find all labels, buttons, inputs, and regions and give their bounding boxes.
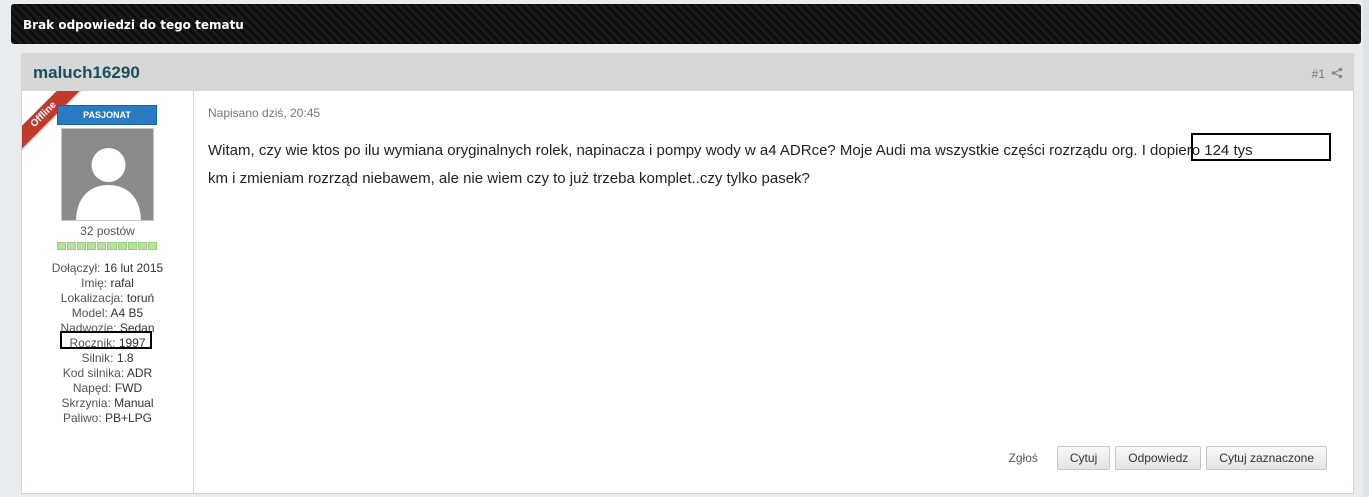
avatar[interactable] <box>61 128 154 221</box>
quote-selected-button[interactable]: Cytuj zaznaczone <box>1206 446 1327 470</box>
post-body-line-1: Witam, czy wie ktos po ilu wymiana orygi… <box>208 142 1253 159</box>
author-sidebar: Offline PASJONAT 32 postów Dołączył: 16 … <box>22 91 194 493</box>
profile-field-label: Imię: <box>81 276 108 290</box>
profile-field-value: PB+LPG <box>101 411 153 425</box>
reputation-segment <box>137 242 147 250</box>
reputation-segment <box>87 242 97 250</box>
topic-status-text: Brak odpowiedzi do tego tematu <box>23 18 244 32</box>
reputation-segment <box>67 242 77 250</box>
profile-field-value: 1.8 <box>113 351 134 365</box>
profile-field: Silnik: 1.8 <box>22 351 193 366</box>
reputation-segment <box>127 242 137 250</box>
report-link[interactable]: Zgłoś <box>1009 451 1038 465</box>
share-icon[interactable] <box>1331 67 1343 79</box>
profile-field-value: ADR <box>124 366 153 380</box>
reputation-segment <box>107 242 117 250</box>
profile-field: Kod silnika: ADR <box>22 366 193 381</box>
rank-badge: PASJONAT <box>57 105 157 125</box>
profile-field-label: Silnik: <box>81 351 114 365</box>
profile-field-label: Model: <box>71 306 108 320</box>
reputation-segment <box>77 242 87 250</box>
profile-field-label: Lokalizacja: <box>60 291 124 305</box>
profile-field-value: 16 lut 2015 <box>100 261 164 275</box>
profile-field: Napęd: FWD <box>22 381 193 396</box>
profile-field-label: Dołączył: <box>51 261 101 275</box>
highlight-box-year <box>60 331 152 349</box>
profile-field-label: Napęd: <box>72 381 112 395</box>
quote-button[interactable]: Cytuj <box>1056 446 1111 470</box>
reputation-bar <box>57 242 157 250</box>
post-count: 32 postów <box>80 224 135 238</box>
profile-field: Paliwo: PB+LPG <box>22 411 193 426</box>
profile-field-value: A4 B5 <box>107 306 144 320</box>
post-body: Witam, czy wie ktos po ilu wymiana orygi… <box>208 137 1333 193</box>
topic-status-bar: Brak odpowiedzi do tego tematu <box>11 4 1361 44</box>
post-header: maluch16290 #1 <box>22 54 1353 91</box>
reputation-segment <box>117 242 127 250</box>
profile-field-value: Manual <box>110 396 154 410</box>
reputation-segment <box>97 242 107 250</box>
reply-button[interactable]: Odpowiedz <box>1115 446 1202 470</box>
author-name-link[interactable]: maluch16290 <box>33 63 140 83</box>
profile-field: Imię: rafal <box>22 276 193 291</box>
profile-field-label: Skrzynia: <box>61 396 111 410</box>
profile-field: Skrzynia: Manual <box>22 396 193 411</box>
profile-field: Model: A4 B5 <box>22 306 193 321</box>
reputation-segment <box>147 242 157 250</box>
reputation-segment <box>57 242 67 250</box>
profile-field-label: Kod silnika: <box>62 366 125 380</box>
scrollbar[interactable] <box>1363 0 1369 497</box>
profile-field-value: FWD <box>111 381 143 395</box>
profile-field: Dołączył: 16 lut 2015 <box>22 261 193 276</box>
post-date: Napisano dziś, 20:45 <box>208 106 321 120</box>
profile-field: Lokalizacja: toruń <box>22 291 193 306</box>
post-actions: Zgłoś Cytuj Odpowiedz Cytuj zaznaczone <box>1009 446 1327 470</box>
profile-field-value: rafal <box>107 276 134 290</box>
post-number-link[interactable]: #1 <box>1312 67 1325 81</box>
post-container: maluch16290 #1 Offline PASJONAT 32 postó… <box>21 53 1354 494</box>
default-avatar-icon <box>62 129 153 220</box>
profile-field-value: toruń <box>123 291 155 305</box>
post-body-line-2: km i zmieniam rozrząd niebawem, ale nie … <box>208 170 810 187</box>
highlight-box-mileage <box>1191 133 1331 161</box>
profile-field-label: Paliwo: <box>62 411 102 425</box>
